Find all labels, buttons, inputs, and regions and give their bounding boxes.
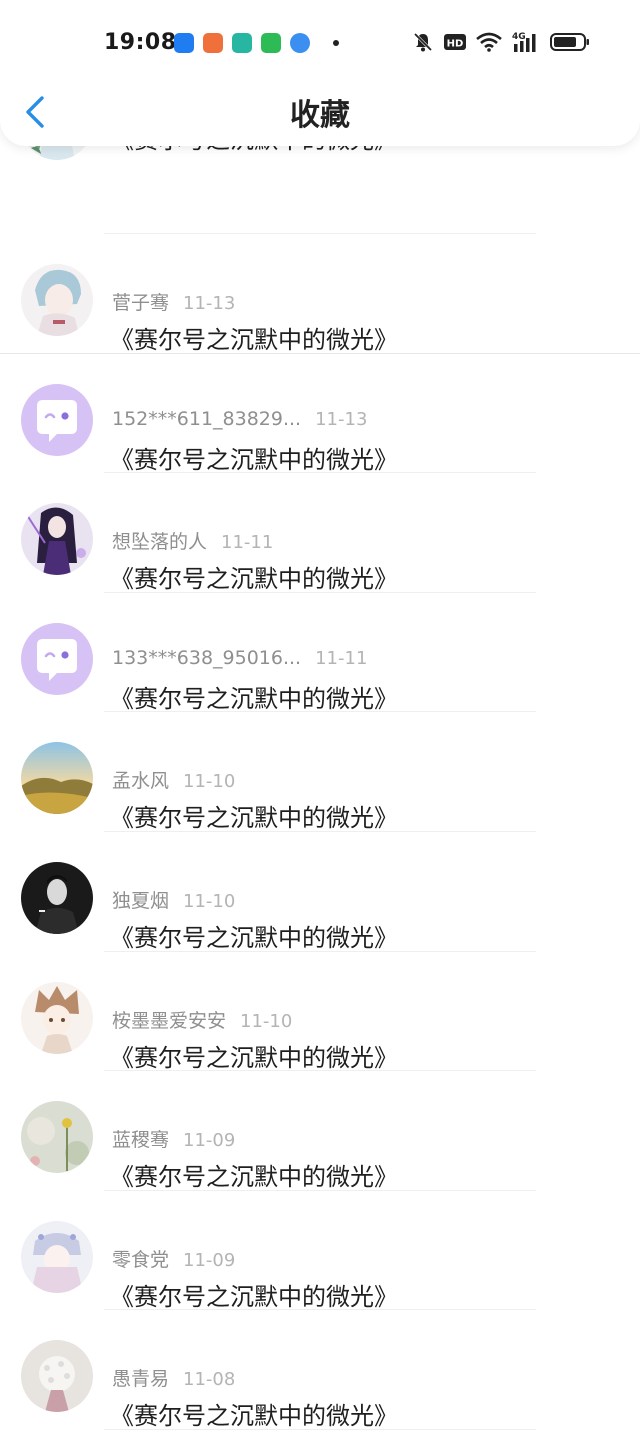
book-title[interactable]: 《赛尔号之沉默中的微光》 <box>110 1038 398 1073</box>
favorite-meta: 独夏烟 11-10 <box>112 886 235 913</box>
favorites-list: 游客15637779018...11-13《赛尔号之沉默中的微光》菅子骞11-1… <box>0 88 640 1430</box>
favorite-list-item[interactable]: 桉墨墨爱安安 11-10 《赛尔号之沉默中的微光》 <box>0 952 640 1072</box>
default-avatar-chat-icon[interactable] <box>21 383 93 456</box>
book-title[interactable]: 《赛尔号之沉默中的微光》 <box>110 440 398 475</box>
status-bar: 19:08 HD 4G <box>0 0 640 86</box>
battery-icon <box>550 33 589 51</box>
app-icon-teal <box>232 33 252 53</box>
favorite-meta: 133***638_95016... 11-11 <box>112 647 367 669</box>
favorite-meta: 152***611_83829... 11-13 <box>112 408 367 430</box>
user-avatar[interactable] <box>21 1101 93 1174</box>
favorite-list-item[interactable]: 152***611_83829... 11-13 《赛尔号之沉默中的微光》 <box>0 354 640 474</box>
favorite-list-item[interactable]: 蓝稷骞 11-09 《赛尔号之沉默中的微光》 <box>0 1071 640 1191</box>
favorite-meta: 蓝稷骞 11-09 <box>112 1125 235 1152</box>
book-title[interactable]: 《赛尔号之沉默中的微光》 <box>110 679 398 714</box>
cellular-signal-icon: 4G <box>512 32 536 52</box>
user-avatar[interactable] <box>21 264 93 336</box>
wifi-icon <box>476 32 502 52</box>
username[interactable]: 愚青易 <box>112 1368 169 1390</box>
favorite-date: 11-08 <box>183 1369 236 1391</box>
app-icon-orange <box>203 33 223 53</box>
row-divider <box>104 1428 536 1430</box>
favorite-date: 11-10 <box>183 771 236 793</box>
username[interactable]: 独夏烟 <box>112 890 169 912</box>
username[interactable]: 孟水风 <box>112 770 169 792</box>
favorite-list-item[interactable]: 菅子骞 11-13 《赛尔号之沉默中的微光》 <box>0 234 640 354</box>
status-time: 19:08 <box>104 30 177 55</box>
favorite-date: 11-09 <box>183 1130 236 1152</box>
favorite-meta: 想坠落的人 11-11 <box>112 527 273 554</box>
favorite-list-item[interactable]: 零食党 11-09 《赛尔号之沉默中的微光》 <box>0 1191 640 1311</box>
book-title[interactable]: 《赛尔号之沉默中的微光》 <box>110 320 398 355</box>
favorite-list-item[interactable]: 愚青易 11-08 《赛尔号之沉默中的微光》 <box>0 1310 640 1430</box>
user-avatar[interactable] <box>21 1220 93 1293</box>
book-title[interactable]: 《赛尔号之沉默中的微光》 <box>110 1157 398 1192</box>
username[interactable]: 蓝稷骞 <box>112 1129 169 1151</box>
book-title[interactable]: 《赛尔号之沉默中的微光》 <box>110 559 398 594</box>
network-label: 4G <box>512 32 526 42</box>
book-title[interactable]: 《赛尔号之沉默中的微光》 <box>110 1396 398 1431</box>
username[interactable]: 桉墨墨爱安安 <box>112 1010 226 1032</box>
book-title[interactable]: 《赛尔号之沉默中的微光》 <box>110 1277 398 1312</box>
favorite-meta: 菅子骞 11-13 <box>112 288 235 315</box>
app-icon-blue <box>174 33 194 53</box>
user-avatar[interactable] <box>21 742 93 815</box>
favorite-list-item[interactable]: 想坠落的人 11-11 《赛尔号之沉默中的微光》 <box>0 473 640 593</box>
hd-icon: HD <box>444 34 466 50</box>
favorite-list-item[interactable]: 独夏烟 11-10 《赛尔号之沉默中的微光》 <box>0 832 640 952</box>
mute-bell-icon <box>413 32 433 52</box>
more-notifications-dot <box>333 40 339 46</box>
username[interactable]: 菅子骞 <box>112 292 169 314</box>
favorite-list-item[interactable]: 133***638_95016... 11-11 《赛尔号之沉默中的微光》 <box>0 593 640 713</box>
default-avatar-chat-icon[interactable] <box>21 622 93 695</box>
favorite-date: 11-09 <box>183 1249 236 1271</box>
favorite-date: 11-10 <box>183 890 236 912</box>
notification-app-icons <box>174 33 339 53</box>
favorite-meta: 孟水风 11-10 <box>112 766 235 793</box>
username[interactable]: 想坠落的人 <box>112 531 207 553</box>
username[interactable]: 零食党 <box>112 1249 169 1271</box>
favorite-date: 11-13 <box>183 293 236 314</box>
user-avatar[interactable] <box>21 861 93 934</box>
favorite-date: 11-10 <box>240 1010 293 1032</box>
book-title[interactable]: 《赛尔号之沉默中的微光》 <box>110 918 398 953</box>
system-icons: HD 4G <box>412 31 590 53</box>
book-title[interactable]: 《赛尔号之沉默中的微光》 <box>110 798 398 833</box>
app-icon-green <box>261 33 281 53</box>
favorite-meta: 愚青易 11-08 <box>112 1364 235 1391</box>
username[interactable]: 133***638_95016... <box>112 647 301 669</box>
username[interactable]: 152***611_83829... <box>112 408 301 430</box>
user-avatar[interactable] <box>21 503 93 576</box>
hd-label: HD <box>447 39 464 50</box>
user-avatar[interactable] <box>21 1340 93 1413</box>
favorite-date: 11-11 <box>221 532 274 554</box>
user-avatar[interactable] <box>21 981 93 1054</box>
favorite-meta: 零食党 11-09 <box>112 1245 235 1272</box>
app-icon-light-blue <box>290 33 310 53</box>
page-title: 收藏 <box>290 98 350 133</box>
favorite-meta: 桉墨墨爱安安 11-10 <box>112 1006 292 1033</box>
favorite-date: 11-13 <box>315 408 368 430</box>
favorite-date: 11-11 <box>315 647 368 669</box>
favorite-list-item[interactable]: 孟水风 11-10 《赛尔号之沉默中的微光》 <box>0 712 640 832</box>
